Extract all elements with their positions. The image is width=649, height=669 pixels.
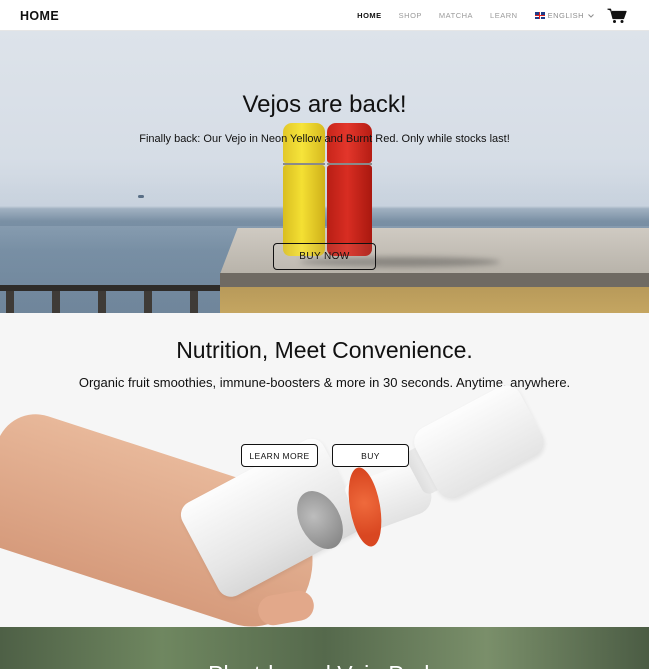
boat bbox=[138, 195, 144, 198]
section-title: Nutrition, Meet Convenience. bbox=[176, 337, 473, 363]
nav-item-matcha[interactable]: MATCHA bbox=[439, 11, 473, 20]
convenience-section: Nutrition, Meet Convenience. Organic fru… bbox=[0, 313, 649, 627]
buy-now-button[interactable]: BUY NOW bbox=[273, 243, 376, 270]
buy-button[interactable]: BUY bbox=[332, 444, 409, 467]
language-selector[interactable]: ENGLISH bbox=[534, 11, 595, 20]
nav-item-learn[interactable]: LEARN bbox=[490, 11, 518, 20]
top-navbar: HOME HOME SHOP MATCHA LEARN ENGLISH bbox=[0, 0, 649, 31]
pods-section-title: Plant-based Vejo Pods bbox=[0, 661, 649, 669]
learn-more-button[interactable]: LEARN MORE bbox=[241, 444, 318, 467]
hero-banner: Vejos are back! Finally back: Our Vejo i… bbox=[0, 31, 649, 313]
uk-flag-icon bbox=[534, 12, 545, 19]
ledge-edge bbox=[220, 273, 649, 287]
ochre-wall bbox=[220, 287, 649, 313]
hero-title: Vejos are back! bbox=[242, 91, 407, 118]
language-label: ENGLISH bbox=[547, 11, 584, 20]
yellow-bottle-seam bbox=[283, 163, 325, 165]
cart-icon[interactable] bbox=[607, 8, 627, 24]
railing bbox=[0, 283, 230, 313]
pods-section: Plant-based Vejo Pods bbox=[0, 627, 649, 669]
red-bottle-seam bbox=[327, 163, 372, 165]
brand-logo[interactable]: HOME bbox=[20, 9, 59, 23]
nav-item-shop[interactable]: SHOP bbox=[399, 11, 422, 20]
section-subtitle: Organic fruit smoothies, immune-boosters… bbox=[78, 375, 571, 390]
nav-item-home[interactable]: HOME bbox=[357, 11, 382, 20]
hero-subtitle: Finally back: Our Vejo in Neon Yellow an… bbox=[139, 133, 510, 145]
nav-menu: HOME SHOP MATCHA LEARN ENGLISH bbox=[357, 0, 649, 31]
chevron-down-icon bbox=[588, 13, 594, 18]
